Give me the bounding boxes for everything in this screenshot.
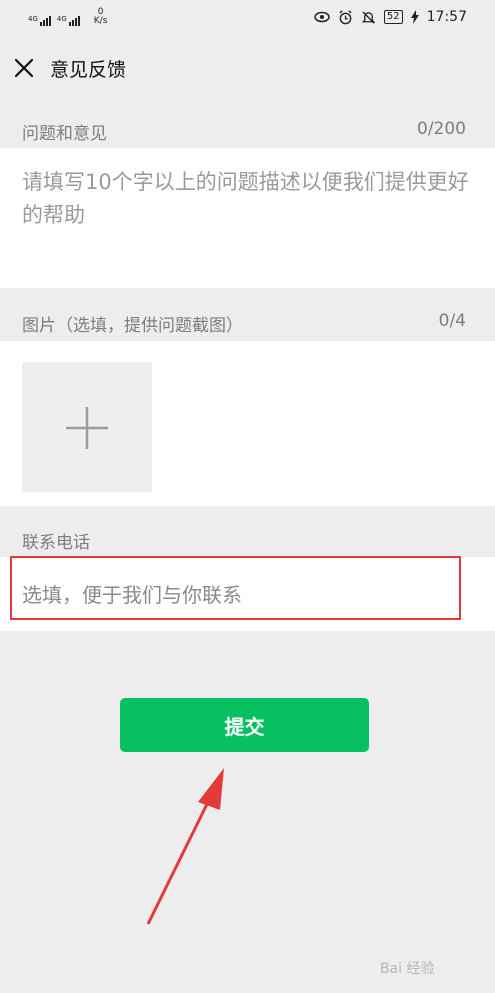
feedback-placeholder: 请填写10个字以上的问题描述以便我们提供更好的帮助	[22, 170, 469, 227]
status-right: 52 17:57	[314, 9, 467, 25]
clock: 17:57	[426, 9, 467, 25]
submit-button[interactable]: 提交	[120, 698, 369, 752]
charging-icon	[410, 10, 419, 24]
add-image-button[interactable]	[22, 362, 152, 492]
nav-bar: 意见反馈	[0, 40, 495, 96]
highlight-box	[10, 556, 461, 620]
battery-indicator: 52	[383, 10, 403, 24]
feedback-char-count: 0/200	[417, 119, 466, 139]
mute-bell-icon	[361, 10, 376, 24]
close-icon[interactable]	[12, 56, 36, 80]
signal-icon: 4G	[28, 16, 51, 26]
page-title: 意见反馈	[50, 59, 127, 81]
images-area	[0, 341, 495, 506]
alarm-icon	[339, 9, 352, 24]
images-section-label: 图片（选填，提供问题截图）	[22, 316, 243, 336]
signal-icon-2: 4G	[57, 16, 80, 26]
speed-unit: K/s	[93, 16, 108, 26]
network-type-2: 4G	[56, 15, 67, 23]
feedback-section-label: 问题和意见	[22, 124, 107, 144]
network-speed: 0 K/s	[94, 8, 108, 26]
feedback-textarea[interactable]: 请填写10个字以上的问题描述以便我们提供更好的帮助	[0, 148, 495, 288]
images-count: 0/4	[438, 311, 466, 331]
arrow-annotation	[146, 768, 224, 925]
status-bar: 4G 4G 0 K/s 52 17:57	[0, 0, 495, 36]
plus-icon	[66, 407, 108, 449]
network-type-1: 4G	[28, 15, 38, 23]
watermark: Bai 经验	[380, 961, 435, 977]
status-left: 4G 4G 0 K/s	[28, 8, 107, 26]
contact-section-label: 联系电话	[22, 533, 90, 553]
eye-icon	[314, 11, 330, 23]
